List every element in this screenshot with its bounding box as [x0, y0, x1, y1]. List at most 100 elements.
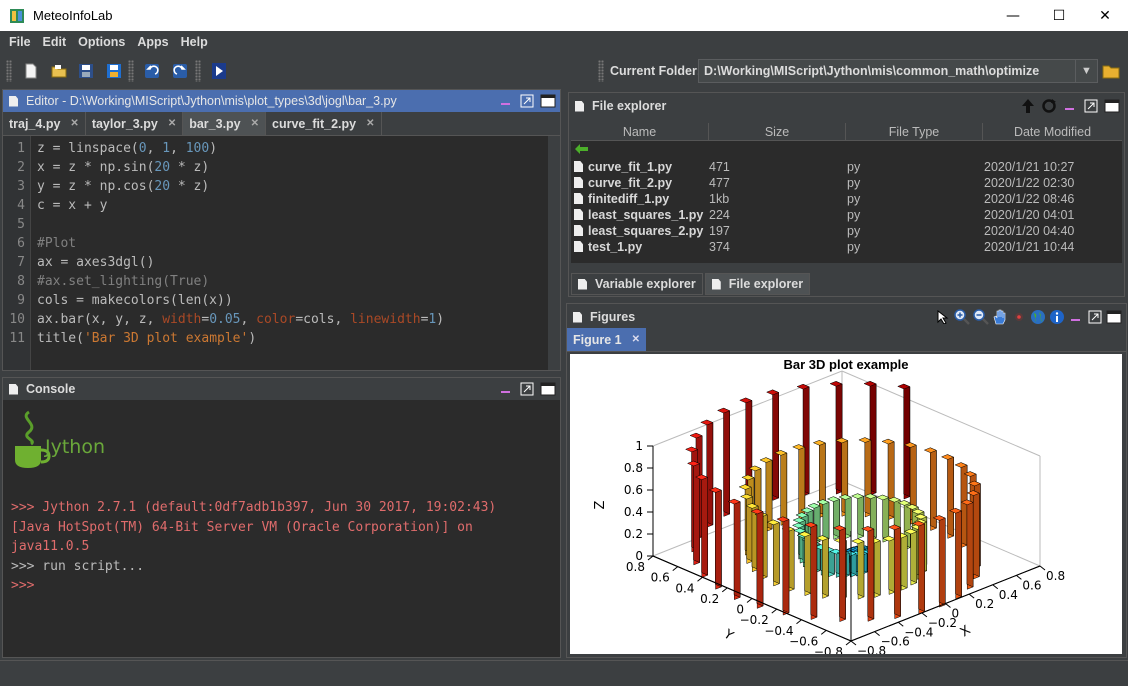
file-table-header: Name Size File Type Date Modified: [571, 123, 1122, 141]
column-name[interactable]: Name: [571, 123, 709, 140]
open-folder-icon[interactable]: [50, 62, 68, 80]
close-icon[interactable]: ✕: [366, 118, 374, 129]
maximize-panel-icon[interactable]: [540, 93, 556, 109]
bar-face: [822, 499, 830, 540]
code-editor[interactable]: 1 z = linspace(0, 1, 100) 2 x = z * np.sin(…: [3, 136, 560, 370]
menu-help[interactable]: Help: [176, 35, 213, 49]
undock-panel-icon[interactable]: [1083, 98, 1099, 114]
console-output[interactable]: Jython >>> Jython 2.7.1 (default:0df7adb…: [3, 400, 560, 657]
tick-label: 0.8: [624, 461, 643, 475]
tab-taylor-3[interactable]: taylor_3.py ✕: [86, 112, 184, 135]
menu-options[interactable]: Options: [73, 35, 130, 49]
code-line[interactable]: 11 title('Bar 3D plot example'): [3, 331, 548, 350]
code-line[interactable]: 8 #ax.set_lighting(True): [3, 274, 548, 293]
undock-panel-icon[interactable]: [519, 93, 535, 109]
undock-panel-icon[interactable]: [1087, 309, 1103, 325]
code-line[interactable]: 9 cols = makecolors(len(x)): [3, 293, 548, 312]
new-file-icon[interactable]: [22, 62, 40, 80]
close-icon[interactable]: ✕: [168, 118, 176, 129]
file-icon: [574, 209, 583, 220]
minimize-panel-icon[interactable]: [1062, 98, 1078, 114]
refresh-icon[interactable]: [1041, 98, 1057, 114]
run-script-icon[interactable]: [210, 62, 228, 80]
close-icon[interactable]: ✕: [632, 334, 640, 345]
axis-line: [945, 603, 951, 608]
column-date-modified[interactable]: Date Modified: [983, 123, 1122, 140]
maximize-panel-icon[interactable]: [1104, 98, 1120, 114]
file-icon: [574, 241, 583, 252]
undock-panel-icon[interactable]: [519, 381, 535, 397]
zoom-in-icon[interactable]: [954, 309, 970, 325]
bar-face: [910, 528, 918, 584]
undo-icon[interactable]: [143, 62, 161, 80]
tab-bar-3[interactable]: bar_3.py ✕: [183, 112, 267, 135]
editor-title: Editor - D:\Working\MIScript\Jython\mis\…: [26, 94, 397, 108]
bar-face: [772, 389, 779, 499]
console-panel: Console Jython >>> Jython 2.7.1 (default…: [2, 377, 561, 658]
bar-face: [857, 538, 865, 598]
file-row[interactable]: least_squares_1.py 224 py 2020/1/20 04:01: [571, 207, 1122, 223]
tab-curve-fit-2[interactable]: curve_fit_2.py ✕: [266, 112, 382, 135]
chevron-down-icon[interactable]: ▼: [1075, 60, 1097, 82]
toolbar-grip[interactable]: [6, 60, 12, 82]
save-icon[interactable]: [77, 62, 95, 80]
redo-icon[interactable]: [171, 62, 189, 80]
tab-figure-1[interactable]: Figure 1 ✕: [567, 328, 647, 351]
editor-scrollbar[interactable]: [548, 136, 560, 370]
code-line[interactable]: 2 x = z * np.sin(20 * z): [3, 160, 548, 179]
menu-file[interactable]: File: [4, 35, 36, 49]
maximize-panel-icon[interactable]: [1106, 309, 1122, 325]
maximize-panel-icon[interactable]: [540, 381, 556, 397]
current-folder-combo[interactable]: D:\Working\MIScript\Jython\mis\common_ma…: [698, 59, 1098, 83]
tab-file-explorer[interactable]: File explorer: [704, 273, 811, 295]
arrow-up-icon[interactable]: [1020, 98, 1036, 114]
code-line[interactable]: 1 z = linspace(0, 1, 100): [3, 141, 548, 160]
file-row[interactable]: curve_fit_1.py 471 py 2020/1/21 10:27: [571, 159, 1122, 175]
file-row[interactable]: curve_fit_2.py 477 py 2020/1/22 02:30: [571, 175, 1122, 191]
file-row[interactable]: least_squares_2.py 197 py 2020/1/20 04:40: [571, 223, 1122, 239]
tab-variable-explorer[interactable]: Variable explorer: [571, 273, 703, 295]
info-icon[interactable]: [1049, 309, 1065, 325]
column-size[interactable]: Size: [709, 123, 846, 140]
code-line[interactable]: 7 ax = axes3dgl(): [3, 255, 548, 274]
parent-folder-icon[interactable]: [574, 143, 590, 157]
browse-folder-icon[interactable]: [1102, 62, 1120, 80]
column-file-type[interactable]: File Type: [846, 123, 983, 140]
bar-face: [972, 490, 980, 577]
minimize-panel-icon[interactable]: [498, 381, 514, 397]
identify-icon[interactable]: [1011, 309, 1027, 325]
minimize-panel-icon[interactable]: [498, 93, 514, 109]
figure-canvas[interactable]: Bar 3D plot example 0 0.2 0.4 0.6 0.8 1 −0.8 −0…: [570, 354, 1122, 659]
menu-apps[interactable]: Apps: [132, 35, 173, 49]
file-date: 2020/1/22 08:46: [984, 192, 1075, 206]
axis-line: [746, 598, 753, 603]
code-line[interactable]: 5: [3, 217, 548, 236]
minimize-button[interactable]: —: [990, 0, 1036, 31]
save-all-icon[interactable]: [105, 62, 123, 80]
minimize-panel-icon[interactable]: [1068, 309, 1084, 325]
toolbar-grip-3[interactable]: [195, 60, 201, 82]
pointer-icon[interactable]: [935, 309, 951, 325]
code-line[interactable]: 6 #Plot: [3, 236, 548, 255]
code-line[interactable]: 10 ax.bar(x, y, z, width=0.05, color=cols…: [3, 312, 548, 331]
code-text: ax = axes3dgl(): [37, 255, 155, 270]
console-title: Console: [26, 382, 76, 396]
close-icon[interactable]: ✕: [70, 118, 78, 129]
close-icon[interactable]: ✕: [251, 118, 259, 129]
tab-traj-4[interactable]: traj_4.py ✕: [3, 112, 86, 135]
file-row[interactable]: finitediff_1.py 1kb py 2020/1/22 08:46: [571, 191, 1122, 207]
console-line: >>> Jython 2.7.1 (default:0df7adb1b397, …: [11, 500, 497, 515]
maximize-button[interactable]: ☐: [1036, 0, 1082, 31]
toolbar-grip-4[interactable]: [598, 60, 604, 82]
toolbar-grip-2[interactable]: [128, 60, 134, 82]
menu-edit[interactable]: Edit: [38, 35, 72, 49]
file-row[interactable]: test_1.py 374 py 2020/1/21 10:44: [571, 239, 1122, 255]
code-line[interactable]: 3 y = z * np.cos(20 * z): [3, 179, 548, 198]
file-date: 2020/1/22 02:30: [984, 176, 1075, 190]
code-line[interactable]: 4 c = x + y: [3, 198, 548, 217]
zoom-out-icon[interactable]: [973, 309, 989, 325]
globe-icon[interactable]: [1030, 309, 1046, 325]
pan-hand-icon[interactable]: [992, 309, 1008, 325]
close-window-button[interactable]: ✕: [1082, 0, 1128, 31]
code-text: #ax.set_lighting(True): [37, 274, 210, 289]
